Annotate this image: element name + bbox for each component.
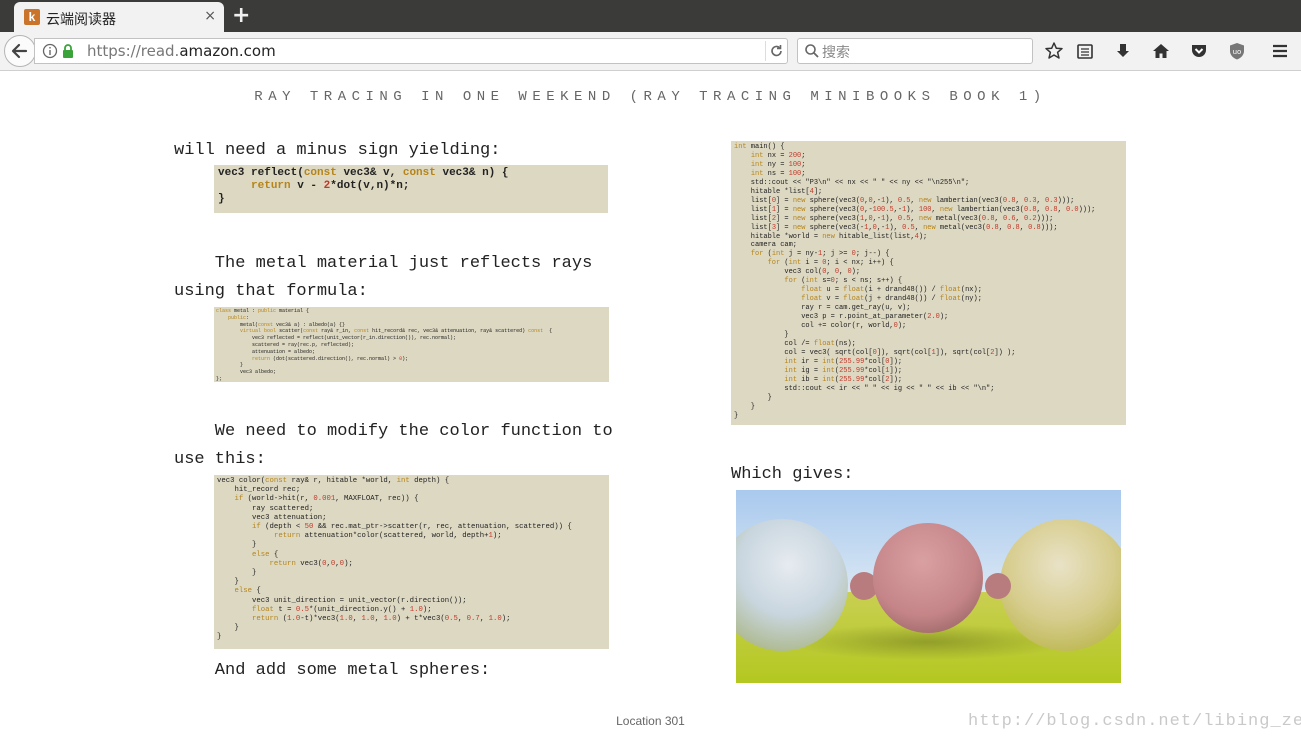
star-icon[interactable] (1044, 41, 1064, 61)
search-placeholder: 搜索 (822, 45, 850, 61)
home-icon[interactable] (1151, 41, 1171, 61)
code-block-color-function: vec3 color(const ray& r, hitable *world,… (214, 475, 609, 649)
download-icon[interactable] (1113, 41, 1133, 61)
arrow-left-icon (11, 43, 28, 59)
pocket-icon[interactable] (1189, 41, 1209, 61)
close-tab-icon[interactable]: × (204, 8, 216, 24)
paragraph-color-function: We need to modify the color function to … (174, 422, 613, 469)
rendered-metal-spheres-image (736, 490, 1121, 683)
tab-title: 云端阅读器 (46, 12, 116, 28)
reload-button[interactable] (765, 41, 788, 61)
new-tab-button[interactable]: + (232, 3, 250, 28)
tab-strip: k 云端阅读器 × + (0, 0, 1301, 32)
lock-icon[interactable] (62, 43, 74, 59)
active-tab[interactable]: k 云端阅读器 × (14, 2, 224, 32)
watermark: http://blog.csdn.net/libing_zeng (968, 712, 1301, 731)
ublock-icon[interactable]: uo (1227, 41, 1247, 61)
url-host: amazon.com (179, 42, 276, 60)
paragraph-which-gives: Which gives: (731, 465, 854, 484)
reload-icon (771, 45, 782, 57)
info-icon[interactable] (42, 43, 58, 59)
paragraph-metal-spheres: And add some metal spheres: (174, 661, 491, 680)
search-field[interactable]: 搜索 (797, 38, 1033, 64)
paragraph-metal-material: The metal material just reflects rays us… (174, 254, 593, 301)
address-bar[interactable]: https://read.amazon.com (34, 38, 788, 64)
url-scheme: https://read. (87, 42, 180, 60)
url-text: https://read.amazon.com (87, 42, 276, 60)
code-block-metal-class: class metal : public material { public: … (214, 307, 609, 382)
navigation-toolbar: https://read.amazon.com 搜索 uo (0, 32, 1301, 71)
code-block-reflect: vec3 reflect(const vec3& v, const vec3& … (214, 165, 608, 213)
book-title: RAY TRACING IN ONE WEEKEND (RAY TRACING … (254, 89, 1047, 105)
kindle-favicon-icon: k (24, 9, 40, 25)
back-button[interactable] (4, 35, 36, 67)
reading-list-icon[interactable] (1075, 41, 1095, 61)
code-block-main: int main() { int nx = 200; int ny = 100;… (731, 141, 1126, 425)
paragraph-minus-sign: will need a minus sign yielding: (174, 141, 501, 160)
search-icon (805, 44, 819, 58)
svg-text:uo: uo (1233, 48, 1242, 56)
menu-icon[interactable] (1270, 41, 1290, 61)
